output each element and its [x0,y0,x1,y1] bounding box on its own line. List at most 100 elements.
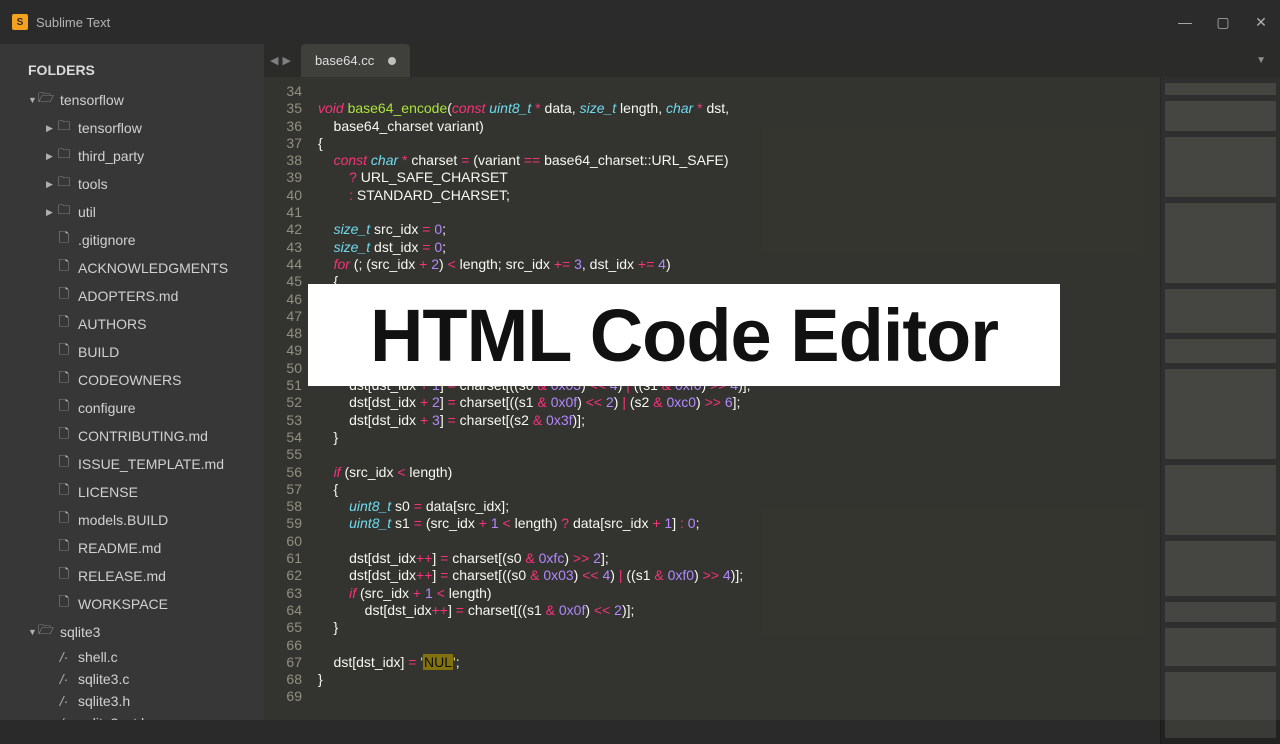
folder-sidebar[interactable]: FOLDERS ▼tensorflow▶tensorflow▶third_par… [0,44,264,720]
sidebar-item-CODEOWNERS[interactable]: CODEOWNERS [0,366,264,394]
sidebar-item-.gitignore[interactable]: .gitignore [0,226,264,254]
code-line[interactable] [318,204,1160,221]
sidebar-item-BUILD[interactable]: BUILD [0,338,264,366]
code-line[interactable]: const char * charset = (variant == base6… [318,152,1160,169]
line-number: 38 [264,152,302,169]
minimap-block [1165,339,1276,363]
item-label: CODEOWNERS [78,372,181,388]
code-line[interactable]: dst[dst_idx++] = charset[((s1 & 0x0f) <<… [318,602,1160,619]
sidebar-item-LICENSE[interactable]: LICENSE [0,478,264,506]
file-icon: /· [56,671,72,687]
sidebar-item-sqlite3.c[interactable]: /· sqlite3.c [0,668,264,690]
code-line[interactable]: { [318,135,1160,152]
sidebar-item-third_party[interactable]: ▶third_party [0,142,264,170]
sidebar-item-configure[interactable]: configure [0,394,264,422]
code-line[interactable] [318,533,1160,550]
sidebar-item-ACKNOWLEDGMENTS[interactable]: ACKNOWLEDGMENTS [0,254,264,282]
code-line[interactable]: for (; (src_idx + 2) < length; src_idx +… [318,256,1160,273]
tab-strip[interactable]: ◀ ▶ base64.cc ▼ [264,44,1280,77]
line-number: 45 [264,273,302,290]
line-number: 34 [264,83,302,100]
sidebar-item-ISSUE_TEMPLATE.md[interactable]: ISSUE_TEMPLATE.md [0,450,264,478]
item-label: ADOPTERS.md [78,288,178,304]
line-number: 53 [264,412,302,429]
code-line[interactable]: dst[dst_idx++] = charset[(s0 & 0xfc) >> … [318,550,1160,567]
code-line[interactable]: } [318,619,1160,636]
minimap-block [1165,541,1276,596]
sidebar-item-util[interactable]: ▶util [0,198,264,226]
line-number: 55 [264,446,302,463]
item-label: third_party [78,148,144,164]
line-number: 49 [264,342,302,359]
line-number: 37 [264,135,302,152]
maximize-button[interactable]: ▢ [1216,15,1230,29]
code-line[interactable]: uint8_t s0 = data[src_idx]; [318,498,1160,515]
sidebar-item-shell.c[interactable]: /·shell.c [0,646,264,668]
line-number: 39 [264,169,302,186]
tab-menu-icon[interactable]: ▼ [1256,55,1266,66]
sidebar-item-tensorflow[interactable]: ▶tensorflow [0,114,264,142]
line-number: 36 [264,118,302,135]
code-line[interactable]: size_t src_idx = 0; [318,221,1160,238]
code-line[interactable] [318,446,1160,463]
code-line[interactable]: dst[dst_idx + 2] = charset[((s1 & 0x0f) … [318,394,1160,411]
minimap-block [1165,465,1276,535]
sidebar-item-models.BUILD[interactable]: models.BUILD [0,506,264,534]
item-label: shell.c [78,649,118,665]
item-label: sqlite3.c [78,671,129,687]
code-line[interactable]: uint8_t s1 = (src_idx + 1 < length) ? da… [318,515,1160,532]
sidebar-item-sqlite3ext.h[interactable]: /·sqlite3ext.h [0,712,264,720]
code-line[interactable]: ? URL_SAFE_CHARSET [318,169,1160,186]
item-label: ACKNOWLEDGMENTS [78,260,228,276]
file-icon [56,425,72,447]
code-line[interactable]: void base64_encode(const uint8_t * data,… [318,100,1160,117]
file-icon [56,285,72,307]
code-line[interactable]: size_t dst_idx = 0; [318,239,1160,256]
code-line[interactable]: : STANDARD_CHARSET; [318,187,1160,204]
close-button[interactable]: ✕ [1254,15,1268,29]
minimap[interactable] [1160,77,1280,744]
line-number: 56 [264,464,302,481]
code-line[interactable] [318,637,1160,654]
sidebar-item-README.md[interactable]: README.md [0,534,264,562]
code-line[interactable]: if (src_idx < length) [318,464,1160,481]
code-line[interactable] [318,83,1160,100]
code-line[interactable]: dst[dst_idx + 3] = charset[(s2 & 0x3f)]; [318,412,1160,429]
file-icon [56,369,72,391]
sidebar-item-WORKSPACE[interactable]: WORKSPACE [0,590,264,618]
sidebar-folder-sqlite3[interactable]: ▼sqlite3 [0,618,264,646]
sidebar-item-ADOPTERS.md[interactable]: ADOPTERS.md [0,282,264,310]
line-number: 60 [264,533,302,550]
code-line[interactable]: dst[dst_idx] = 'NUL'; [318,654,1160,671]
code-line[interactable]: } [318,429,1160,446]
sidebar-item-CONTRIBUTING.md[interactable]: CONTRIBUTING.md [0,422,264,450]
sidebar-item-AUTHORS[interactable]: AUTHORS [0,310,264,338]
line-number: 44 [264,256,302,273]
minimize-button[interactable]: — [1178,15,1192,29]
item-label: models.BUILD [78,512,168,528]
code-line[interactable]: { [318,481,1160,498]
line-number: 61 [264,550,302,567]
overlay-banner: HTML Code Editor [308,284,1060,386]
minimap-block [1165,203,1276,283]
item-label: .gitignore [78,232,136,248]
line-number: 51 [264,377,302,394]
sidebar-folder-tensorflow[interactable]: ▼tensorflow [0,86,264,114]
nav-forward-icon[interactable]: ▶ [282,54,290,67]
code-line[interactable] [318,688,1160,705]
sidebar-item-RELEASE.md[interactable]: RELEASE.md [0,562,264,590]
sidebar-item-sqlite3.h[interactable]: /·sqlite3.h [0,690,264,712]
code-editor[interactable]: 3435363738394041424344454647484950515253… [264,77,1280,744]
sidebar-item-tools[interactable]: ▶tools [0,170,264,198]
code-line[interactable]: if (src_idx + 1 < length) [318,585,1160,602]
tab-base64.cc[interactable]: base64.cc [301,44,410,77]
line-number: 50 [264,360,302,377]
file-icon: /· [56,715,72,720]
code-line[interactable]: } [318,671,1160,688]
item-label: README.md [78,540,161,556]
folder-label: sqlite3 [60,624,100,640]
line-number: 66 [264,637,302,654]
code-line[interactable]: dst[dst_idx++] = charset[((s0 & 0x03) <<… [318,567,1160,584]
nav-back-icon[interactable]: ◀ [270,54,278,67]
code-line[interactable]: base64_charset variant) [318,118,1160,135]
